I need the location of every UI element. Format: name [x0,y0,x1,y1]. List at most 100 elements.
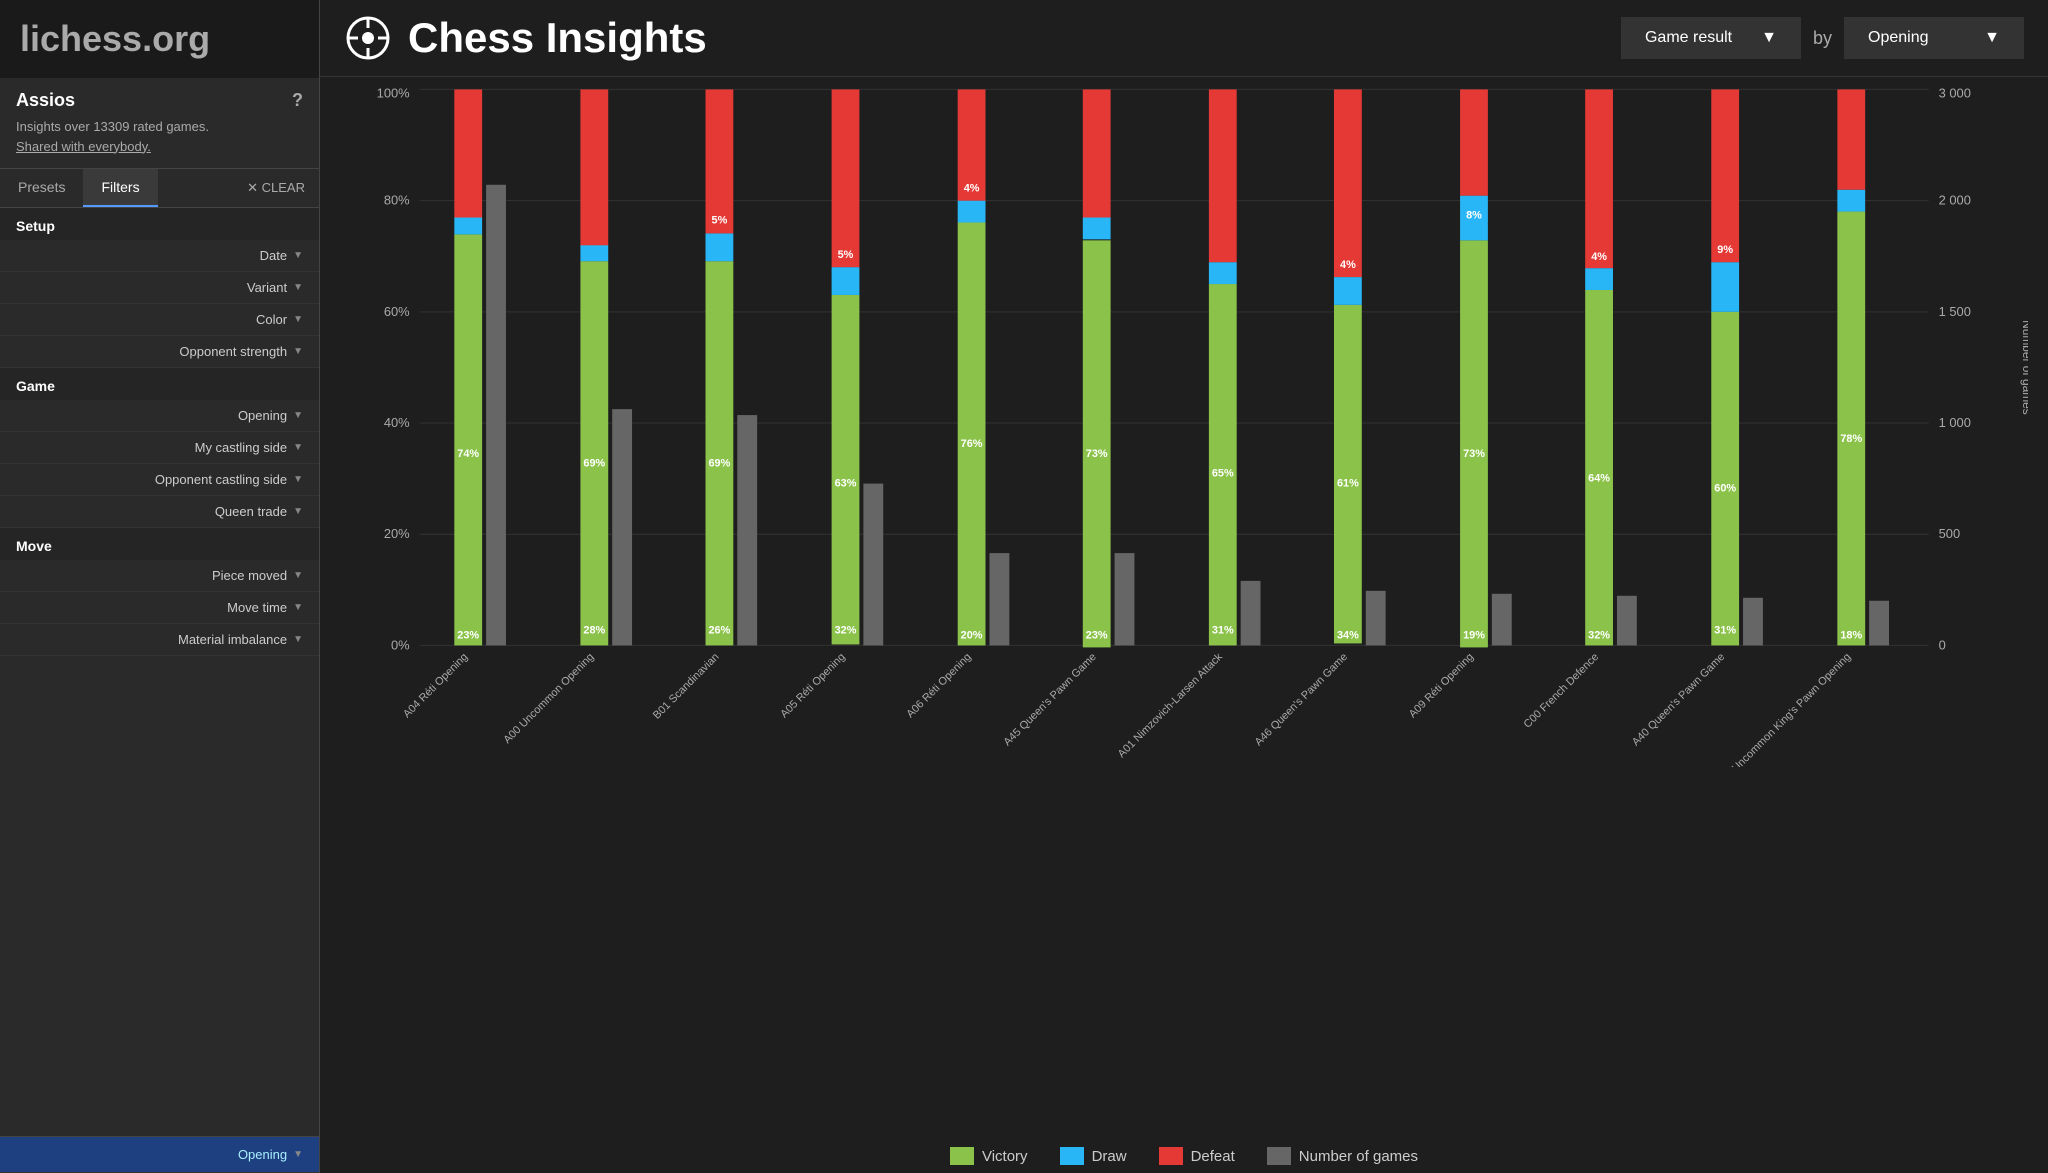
my-castling-label: My castling side ▼ [195,440,303,455]
page-header: Chess Insights Game result ▼ by Opening … [320,0,2048,77]
svg-text:A45 Queen's Pawn Game: A45 Queen's Pawn Game [1001,651,1098,748]
bottom-opening-filter[interactable]: Opening ▼ [0,1137,319,1173]
filter-variant[interactable]: Variant ▼ [0,272,319,304]
variant-arrow-icon: ▼ [293,282,303,293]
svg-text:73%: 73% [1463,448,1485,460]
draw-label: Draw [1092,1148,1127,1165]
user-section: Assios ? Insights over 13309 rated games… [0,78,319,169]
dropdown-arrow-icon: ▼ [1761,29,1777,47]
opening-arrow-icon: ▼ [293,410,303,421]
filter-opponent-strength[interactable]: Opponent strength ▼ [0,336,319,368]
svg-text:1 000: 1 000 [1939,415,1971,430]
svg-text:19%: 19% [1463,629,1485,641]
svg-text:32%: 32% [835,625,857,637]
game-result-label: Game result [1645,29,1732,47]
opening-dropdown[interactable]: Opening ▼ [1844,17,2024,59]
color-label: Color ▼ [256,312,303,327]
logo[interactable]: lichess.org [0,0,319,78]
victory-label: Victory [982,1148,1028,1165]
bottom-opening-arrow-icon: ▼ [293,1149,303,1160]
clear-button[interactable]: ✕ CLEAR [233,169,319,207]
chart-area: 0% 20% 40% 60% 80% 100% 0 500 1 000 1 50… [320,77,2048,1131]
material-imbalance-label: Material imbalance ▼ [178,632,303,647]
move-time-arrow-icon: ▼ [293,602,303,613]
filter-opening[interactable]: Opening ▼ [0,400,319,432]
svg-text:61%: 61% [1337,478,1359,490]
svg-text:3 000: 3 000 [1939,87,1971,100]
count-label: Number of games [1299,1148,1418,1165]
filter-piece-moved[interactable]: Piece moved ▼ [0,560,319,592]
page-title: Chess Insights [408,14,1605,62]
svg-text:A06 Réti Opening: A06 Réti Opening [904,651,973,720]
logo-text: lichess.org [20,18,210,59]
svg-text:73%: 73% [1086,448,1108,460]
filter-opponent-castling[interactable]: Opponent castling side ▼ [0,464,319,496]
svg-text:2 000: 2 000 [1939,193,1971,208]
legend-victory: Victory [950,1147,1028,1165]
svg-text:A01 Nimzovich-Larsen Attack: A01 Nimzovich-Larsen Attack [1116,651,1226,761]
filter-queen-trade[interactable]: Queen trade ▼ [0,496,319,528]
svg-text:23%: 23% [457,629,479,641]
insights-info: Insights over 13309 rated games. Shared … [16,117,303,156]
date-arrow-icon: ▼ [293,250,303,261]
legend-count: Number of games [1267,1147,1418,1165]
move-time-label: Move time ▼ [227,600,303,615]
svg-text:28%: 28% [583,625,605,637]
bar-defeat-0 [454,89,482,217]
tab-filters[interactable]: Filters [83,169,157,207]
filter-date[interactable]: Date ▼ [0,240,319,272]
opening-dropdown-label: Opening [1868,29,1929,47]
chart-legend: Victory Draw Defeat Number of games [320,1131,2048,1173]
svg-text:20%: 20% [961,629,983,641]
game-result-dropdown[interactable]: Game result ▼ [1621,17,1801,59]
date-label: Date ▼ [260,248,303,263]
help-icon[interactable]: ? [292,90,303,111]
svg-text:31%: 31% [1212,625,1234,637]
svg-text:5%: 5% [712,214,728,226]
filter-color[interactable]: Color ▼ [0,304,319,336]
svg-text:69%: 69% [583,458,605,470]
legend-draw: Draw [1060,1147,1127,1165]
piece-moved-label: Piece moved ▼ [212,568,303,583]
svg-text:5%: 5% [838,249,854,261]
queen-trade-arrow-icon: ▼ [293,506,303,517]
svg-text:A05 Réti Opening: A05 Réti Opening [778,651,847,720]
svg-text:1 500: 1 500 [1939,304,1971,319]
username: Assios ? [16,90,303,111]
defeat-label: Defeat [1191,1148,1235,1165]
filter-move-time[interactable]: Move time ▼ [0,592,319,624]
my-castling-arrow-icon: ▼ [293,442,303,453]
game-title: Game [16,378,55,394]
bar-draw-0 [454,218,482,235]
svg-text:26%: 26% [708,625,730,637]
main-content: Chess Insights Game result ▼ by Opening … [320,0,2048,1173]
svg-text:100%: 100% [377,87,410,100]
svg-text:B00 Uncommon King's Pawn Openi: B00 Uncommon King's Pawn Opening [1714,651,1853,767]
filter-material-imbalance[interactable]: Material imbalance ▼ [0,624,319,656]
svg-text:8%: 8% [1466,210,1482,222]
svg-text:18%: 18% [1840,629,1862,641]
svg-text:4%: 4% [1340,259,1356,271]
svg-text:60%: 60% [384,304,410,319]
game-section-header: Game [0,368,319,400]
draw-color-swatch [1060,1147,1084,1165]
opponent-castling-label: Opponent castling side ▼ [155,472,303,487]
svg-text:9%: 9% [1717,244,1733,256]
count-color-swatch [1267,1147,1291,1165]
shared-link[interactable]: Shared with everybody. [16,139,151,154]
svg-text:20%: 20% [384,526,410,541]
tab-presets[interactable]: Presets [0,169,83,207]
svg-text:A40 Queen's Pawn Game: A40 Queen's Pawn Game [1630,651,1727,748]
opponent-strength-arrow-icon: ▼ [293,346,303,357]
svg-text:64%: 64% [1588,473,1610,485]
svg-text:69%: 69% [708,458,730,470]
svg-text:31%: 31% [1714,625,1736,637]
by-label: by [1813,28,1832,49]
svg-text:A09 Réti Opening: A09 Réti Opening [1407,651,1476,720]
filter-my-castling[interactable]: My castling side ▼ [0,432,319,464]
svg-text:A00 Uncommon Opening: A00 Uncommon Opening [501,651,596,746]
chess-insights-icon [344,14,392,62]
filters-label: Filters [101,179,139,195]
opponent-castling-arrow-icon: ▼ [293,474,303,485]
piece-moved-arrow-icon: ▼ [293,570,303,581]
